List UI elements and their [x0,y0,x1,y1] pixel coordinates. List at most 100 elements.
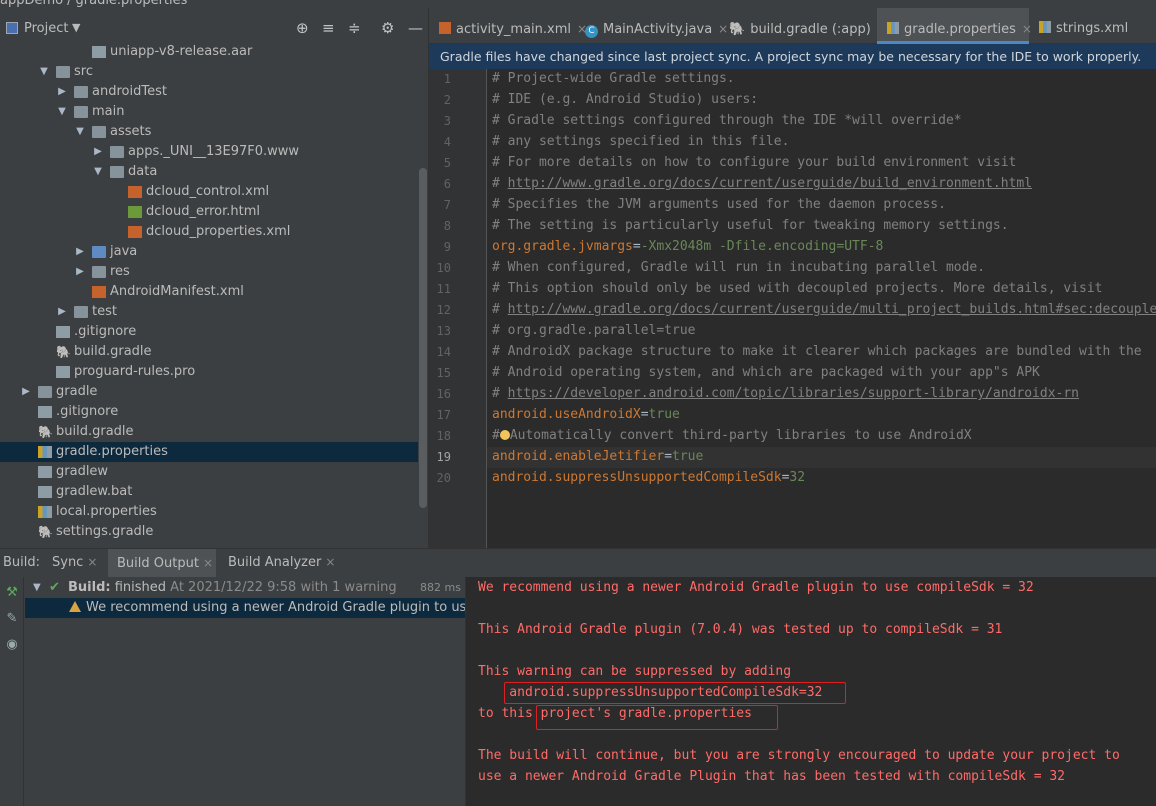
code-token: # org.gradle.parallel=true [492,323,696,338]
crosshair-icon[interactable]: ⊕ [296,20,309,36]
minimize-icon[interactable]: — [408,20,423,36]
build-tab[interactable]: Build Output × [108,549,216,577]
chevron-right-icon[interactable]: ▶ [74,242,86,262]
close-icon[interactable]: × [325,555,335,569]
lightbulb-icon[interactable] [499,430,510,440]
tree-item[interactable]: dcloud_properties.xml [0,222,418,242]
chevron-right-icon[interactable]: ▶ [20,382,32,402]
code-line[interactable]: # Specifies the JVM arguments used for t… [487,195,1156,216]
tree-item[interactable]: ▼ data [0,162,418,182]
chevron-right-icon[interactable]: ▶ [92,142,104,162]
build-tab[interactable]: Build Analyzer × [228,555,335,570]
code-line[interactable]: # When configured, Gradle will run in in… [487,258,1156,279]
editor-tab[interactable]: 🐘build.gradle (:app)× [719,8,887,44]
code-line[interactable]: # any settings specified in this file. [487,132,1156,153]
tree-item[interactable]: gradlew.bat [0,482,418,502]
editor-tab-label: build.gradle (:app) [750,22,871,37]
code-line[interactable]: # The setting is particularly useful for… [487,216,1156,237]
editor-tab[interactable]: strings.xml [1029,8,1156,44]
code-token: = [640,407,649,422]
editor-tab[interactable]: activity_main.xml × [429,8,587,44]
code-link[interactable]: https://developer.android.com/topic/libr… [508,386,1079,401]
tree-item[interactable]: AndroidManifest.xml [0,282,418,302]
tree-item-label: build.gradle [74,344,152,359]
editor-tab-label: MainActivity.java [603,22,713,37]
build-root-detail: At 2021/12/22 9:58 with 1 warning [166,580,397,595]
tree-item[interactable]: ▶ res [0,262,418,282]
breadcrumb-file[interactable]: gradle.properties [76,0,188,8]
code-link[interactable]: http://www.gradle.org/docs/current/userg… [508,176,1032,191]
tree-item[interactable]: dcloud_control.xml [0,182,418,202]
code-line[interactable]: org.gradle.jvmargs=-Xmx2048m -Dfile.enco… [487,237,1156,258]
code-line[interactable]: # Automatically convert third-party libra… [487,426,1156,447]
chevron-down-icon[interactable]: ▼ [56,102,68,122]
expand-all-icon[interactable]: ≑ [348,20,361,36]
breadcrumb: appDemo / gradle.properties [0,0,1156,8]
tree-item[interactable]: .gitignore [0,402,418,422]
build-output-line: android.suppressUnsupportedCompileSdk=32 [478,685,823,700]
tree-item[interactable]: local.properties [0,502,418,522]
build-output-console[interactable]: We recommend using a newer Android Gradl… [466,577,1156,806]
tree-item[interactable]: 🐘 build.gradle [0,422,418,442]
chevron-right-icon[interactable]: ▶ [74,262,86,282]
collapse-all-icon[interactable]: ≡ [322,20,335,36]
chevron-down-icon[interactable]: ▼ [38,62,50,82]
close-icon[interactable]: × [203,556,213,570]
pin-icon[interactable]: ✎ [4,611,20,627]
code-area[interactable]: # Project-wide Gradle settings. # IDE (e.… [487,69,1156,548]
tree-item[interactable]: proguard-rules.pro [0,362,418,382]
tree-item[interactable]: 🐘 build.gradle [0,342,418,362]
code-line[interactable]: android.useAndroidX=true [487,405,1156,426]
code-line[interactable]: # For more details on how to configure y… [487,153,1156,174]
tree-item-label: assets [110,124,152,139]
tree-item[interactable]: ▶ androidTest [0,82,418,102]
tree-item[interactable]: gradle.properties [0,442,418,462]
tree-item[interactable]: ▼ main [0,102,418,122]
code-line[interactable]: android.enableJetifier=true [487,447,1156,468]
folder-icon [56,66,70,78]
tree-item[interactable]: ▶ apps._UNI__13E97F0.www [0,142,418,162]
code-line[interactable]: android.suppressUnsupportedCompileSdk=32 [487,468,1156,489]
tree-item[interactable]: uniapp-v8-release.aar [0,42,418,62]
code-line[interactable]: # http://www.gradle.org/docs/current/use… [487,300,1156,321]
code-line[interactable]: # https://developer.android.com/topic/li… [487,384,1156,405]
code-line[interactable]: # IDE (e.g. Android Studio) users: [487,90,1156,111]
build-tab[interactable]: Sync × [52,555,97,570]
editor-tab[interactable]: gradle.properties × [877,8,1032,44]
chevron-down-icon[interactable]: ▼ [72,21,80,34]
tree-item[interactable]: dcloud_error.html [0,202,418,222]
close-icon[interactable]: × [87,555,97,569]
eye-icon[interactable]: ◉ [4,637,20,653]
build-warning-row[interactable]: We recommend using a newer Android Gradl… [25,598,465,618]
tree-item[interactable]: ▼ assets [0,122,418,142]
build-root-row[interactable]: ▼ ✔ Build: finished At 2021/12/22 9:58 w… [25,578,465,598]
tree-item[interactable]: ▶ java [0,242,418,262]
hammer-icon[interactable]: ⚒ [4,585,20,601]
breadcrumb-project[interactable]: appDemo [0,0,63,8]
tree-item[interactable]: gradlew [0,462,418,482]
code-line[interactable]: # Project-wide Gradle settings. [487,69,1156,90]
chevron-right-icon[interactable]: ▶ [56,82,68,102]
code-token: # Android operating system, and which ar… [492,365,1040,380]
code-line[interactable]: # Gradle settings configured through the… [487,111,1156,132]
code-line[interactable]: # org.gradle.parallel=true [487,321,1156,342]
chevron-right-icon[interactable]: ▶ [56,302,68,322]
tree-item[interactable]: ▶ gradle [0,382,418,402]
chevron-down-icon[interactable]: ▼ [74,122,86,142]
gear-icon[interactable]: ⚙ [381,20,394,36]
code-line[interactable]: # http://www.gradle.org/docs/current/use… [487,174,1156,195]
code-line[interactable]: # This option should only be used with d… [487,279,1156,300]
tree-item[interactable]: 🐘 settings.gradle [0,522,418,542]
code-link[interactable]: http://www.gradle.org/docs/current/userg… [508,302,1156,317]
code-line[interactable]: # AndroidX package structure to make it … [487,342,1156,363]
chevron-down-icon[interactable]: ▼ [33,578,41,598]
project-tree-scrollbar[interactable] [419,168,427,508]
code-line[interactable]: # Android operating system, and which ar… [487,363,1156,384]
tree-item[interactable]: ▶ test [0,302,418,322]
chevron-down-icon[interactable]: ▼ [92,162,104,182]
tree-item[interactable]: .gitignore [0,322,418,342]
tree-item[interactable]: ▼ src [0,62,418,82]
project-view-selector[interactable]: Project [24,21,68,36]
editor-tab[interactable]: C MainActivity.java × [575,8,728,44]
line-number: 10 [436,261,451,275]
